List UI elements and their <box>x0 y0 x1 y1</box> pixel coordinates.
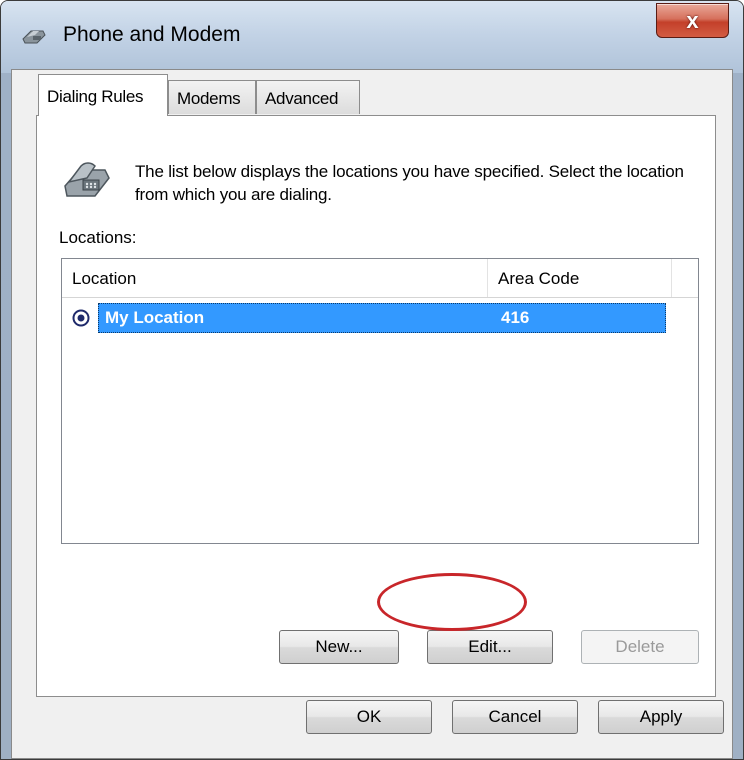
tab-advanced[interactable]: Advanced <box>256 80 360 114</box>
delete-button-label: Delete <box>615 637 665 656</box>
cancel-button-label: Cancel <box>488 707 542 726</box>
column-header-area-code[interactable]: Area Code <box>488 259 672 297</box>
list-header: Location Area Code <box>62 259 698 298</box>
row-area-code: 416 <box>501 308 530 327</box>
dialog-body: Dialing Rules Modems Advanced The list b… <box>11 69 733 759</box>
new-button-label: New... <box>315 637 363 656</box>
selected-row-highlight: My Location 416 <box>98 303 666 333</box>
tab-modems[interactable]: Modems <box>168 80 256 114</box>
ok-button[interactable]: OK <box>306 700 432 734</box>
locations-list[interactable]: Location Area Code My Location 416 <box>61 258 699 544</box>
column-header-location[interactable]: Location <box>62 259 488 297</box>
delete-button[interactable]: Delete <box>581 630 699 664</box>
close-button[interactable]: x <box>656 3 729 38</box>
edit-button[interactable]: Edit... <box>427 630 553 664</box>
telephone-icon <box>64 162 110 197</box>
edit-button-label: Edit... <box>468 637 512 656</box>
phone-icon <box>22 30 46 44</box>
dialing-rules-page: The list below displays the locations yo… <box>36 115 716 697</box>
apply-button[interactable]: Apply <box>598 700 724 734</box>
tab-dialing-rules[interactable]: Dialing Rules <box>38 74 168 116</box>
row-location: My Location <box>105 308 205 327</box>
locations-label: Locations: <box>59 228 137 247</box>
window-title: Phone and Modem <box>63 23 241 46</box>
phone-and-modem-window: Phone and Modem x Dialing Rules Modems A… <box>0 0 744 760</box>
table-row[interactable]: My Location 416 <box>68 303 668 333</box>
default-location-icon <box>72 309 90 327</box>
ok-button-label: OK <box>356 707 382 726</box>
close-icon: x <box>686 8 699 33</box>
new-button[interactable]: New... <box>279 630 399 664</box>
cancel-button[interactable]: Cancel <box>452 700 578 734</box>
title-bar[interactable]: Phone and Modem x <box>1 1 743 73</box>
apply-button-label: Apply <box>639 707 683 726</box>
intro-text: The list below displays the locations yo… <box>135 162 684 204</box>
